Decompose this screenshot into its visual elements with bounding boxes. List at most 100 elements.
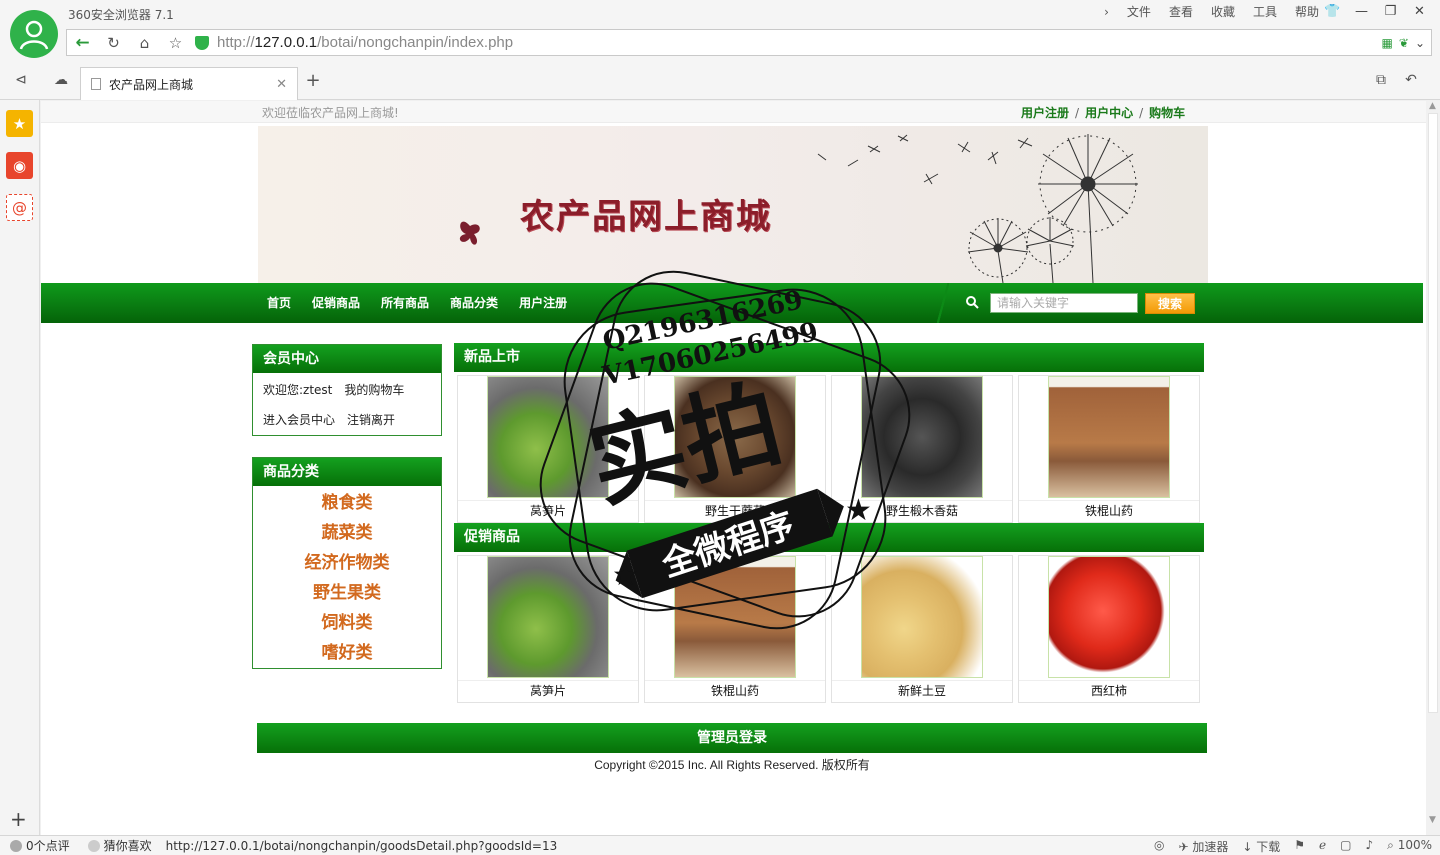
category-item[interactable]: 嗜好类 (253, 638, 441, 668)
search-icon (965, 295, 979, 309)
refresh-icon[interactable]: ↻ (98, 30, 129, 55)
nav-register[interactable]: 用户注册 (509, 283, 577, 323)
product-image[interactable] (674, 376, 796, 498)
banner: 农产品网上商城 (258, 126, 1208, 283)
download-button[interactable]: ↓ 下载 (1242, 838, 1280, 855)
favorites-star-icon[interactable]: ★ (6, 110, 33, 137)
menu-favorites[interactable]: 收藏 (1202, 4, 1244, 20)
qrcode-icon[interactable]: ▦ (1382, 36, 1393, 50)
product-card[interactable]: 铁棍山药 (644, 555, 826, 703)
status-guess[interactable]: 猜你喜欢 (87, 837, 152, 854)
enter-member-center-link[interactable]: 进入会员中心 (263, 405, 335, 435)
product-card[interactable]: 莴笋片 (457, 555, 639, 703)
weibo-icon[interactable]: ◉ (6, 152, 33, 179)
mail-icon[interactable]: @ (6, 194, 33, 221)
product-card[interactable]: 莴笋片 (457, 375, 639, 523)
zoom-button[interactable]: ⌕ 100% (1387, 838, 1432, 855)
user-avatar[interactable] (10, 10, 58, 58)
category-item[interactable]: 蔬菜类 (253, 518, 441, 548)
back-arrow-icon[interactable]: ← (67, 30, 98, 55)
link-register[interactable]: 用户注册 (1021, 106, 1069, 120)
product-card[interactable]: 新鲜土豆 (831, 555, 1013, 703)
scroll-down-icon[interactable]: ▼ (1429, 815, 1436, 825)
star-icon[interactable]: ☆ (160, 30, 191, 55)
security-shield-icon[interactable] (195, 35, 209, 50)
status-bar: 0个点评 猜你喜欢 http://127.0.0.1/botai/nongcha… (0, 835, 1440, 855)
product-card[interactable]: 铁棍山药 (1018, 375, 1200, 523)
undo-close-icon[interactable]: ↶ (1400, 72, 1422, 92)
admin-login-bar[interactable]: 管理员登录 (257, 723, 1207, 753)
product-name[interactable]: 铁棍山药 (645, 680, 825, 700)
flag-icon[interactable]: ⚑ (1294, 838, 1305, 855)
sound-icon[interactable]: ♪ (1365, 838, 1373, 855)
cloud-icon[interactable]: ☁ (50, 72, 72, 92)
category-item[interactable]: 经济作物类 (253, 548, 441, 578)
ie-icon[interactable]: ℯ (1319, 838, 1326, 855)
product-name[interactable]: 野生椴木香菇 (832, 500, 1012, 520)
tab-list-icon[interactable]: ⧉ (1370, 72, 1392, 92)
settings-icon[interactable]: ◎ (1154, 838, 1164, 855)
address-bar: ← ↻ ⌂ ☆ http://127.0.0.1/botai/nongchanp… (66, 29, 1432, 56)
new-tab-icon[interactable]: + (302, 70, 324, 92)
sidebar-toggle-icon[interactable]: ⊲ (10, 72, 32, 92)
tab-active[interactable]: 农产品网上商城 ✕ (80, 67, 298, 100)
member-welcome-label: 欢迎您: (263, 383, 304, 397)
category-item[interactable]: 饲料类 (253, 608, 441, 638)
add-sidebar-icon[interactable]: + (10, 807, 27, 831)
url-field[interactable]: http://127.0.0.1/botai/nongchanpin/index… (217, 34, 1382, 51)
scroll-up-icon[interactable]: ▲ (1429, 101, 1436, 111)
search-button[interactable]: 搜索 (1145, 293, 1195, 314)
product-card[interactable]: 野生椴木香菇 (831, 375, 1013, 523)
logout-link[interactable]: 注销离开 (347, 405, 395, 435)
comment-icon (10, 839, 22, 852)
minimize-icon[interactable]: — (1347, 2, 1376, 20)
my-cart-link[interactable]: 我的购物车 (344, 375, 404, 405)
window-icon[interactable]: ▢ (1340, 838, 1351, 855)
product-name[interactable]: 莴笋片 (458, 500, 638, 520)
member-box: 会员中心 欢迎您:ztest 我的购物车 进入会员中心 注销离开 (252, 344, 442, 436)
link-cart[interactable]: 购物车 (1149, 106, 1185, 120)
product-name[interactable]: 铁棍山药 (1019, 500, 1199, 520)
product-image[interactable] (487, 376, 609, 498)
category-item[interactable]: 粮食类 (253, 488, 441, 518)
member-row-1: 欢迎您:ztest 我的购物车 (253, 375, 441, 405)
maximize-icon[interactable]: ❐ (1376, 2, 1405, 20)
product-image[interactable] (861, 376, 983, 498)
menu-view[interactable]: 查看 (1160, 4, 1202, 20)
member-username: ztest (303, 383, 333, 397)
home-icon[interactable]: ⌂ (129, 30, 160, 55)
product-image[interactable] (1048, 556, 1170, 678)
product-name[interactable]: 莴笋片 (458, 680, 638, 700)
browser-chrome: 360安全浏览器 7.1 › 文件 查看 收藏 工具 帮助 👕 — ❐ ✕ ← … (0, 0, 1440, 100)
page-scrollbar[interactable]: ▲ ▼ (1426, 101, 1440, 835)
nav-categories[interactable]: 商品分类 (440, 283, 508, 323)
chevron-down-icon[interactable]: ⌄ (1415, 36, 1425, 50)
top-links: 用户注册 / 用户中心 / 购物车 (1021, 106, 1186, 120)
leaf-icon[interactable]: ❦ (1399, 36, 1409, 50)
menu-expand-icon[interactable]: › (1095, 4, 1118, 20)
product-card[interactable]: 野生干蘑菇 (644, 375, 826, 523)
accelerator-button[interactable]: ✈ 加速器 (1178, 838, 1228, 855)
menu-tools[interactable]: 工具 (1244, 4, 1286, 20)
product-image[interactable] (1048, 376, 1170, 498)
product-image[interactable] (674, 556, 796, 678)
product-name[interactable]: 西红柿 (1019, 680, 1199, 700)
product-card[interactable]: 西红柿 (1018, 555, 1200, 703)
product-image[interactable] (487, 556, 609, 678)
search-input[interactable] (990, 293, 1138, 313)
category-item[interactable]: 野生果类 (253, 578, 441, 608)
welcome-text: 欢迎莅临农产品网上商城! (262, 106, 399, 120)
menu-file[interactable]: 文件 (1118, 4, 1160, 20)
product-name[interactable]: 新鲜土豆 (832, 680, 1012, 700)
tab-close-icon[interactable]: ✕ (276, 77, 287, 92)
product-name[interactable]: 野生干蘑菇 (645, 500, 825, 520)
scroll-thumb[interactable] (1428, 113, 1438, 713)
skin-icon[interactable]: 👕 (1318, 2, 1347, 20)
nav-home[interactable]: 首页 (257, 283, 301, 323)
nav-promo[interactable]: 促销商品 (302, 283, 370, 323)
close-icon[interactable]: ✕ (1405, 2, 1434, 20)
product-image[interactable] (861, 556, 983, 678)
nav-all-products[interactable]: 所有商品 (371, 283, 439, 323)
link-user-center[interactable]: 用户中心 (1085, 106, 1133, 120)
status-comments[interactable]: 0个点评 (10, 837, 70, 854)
